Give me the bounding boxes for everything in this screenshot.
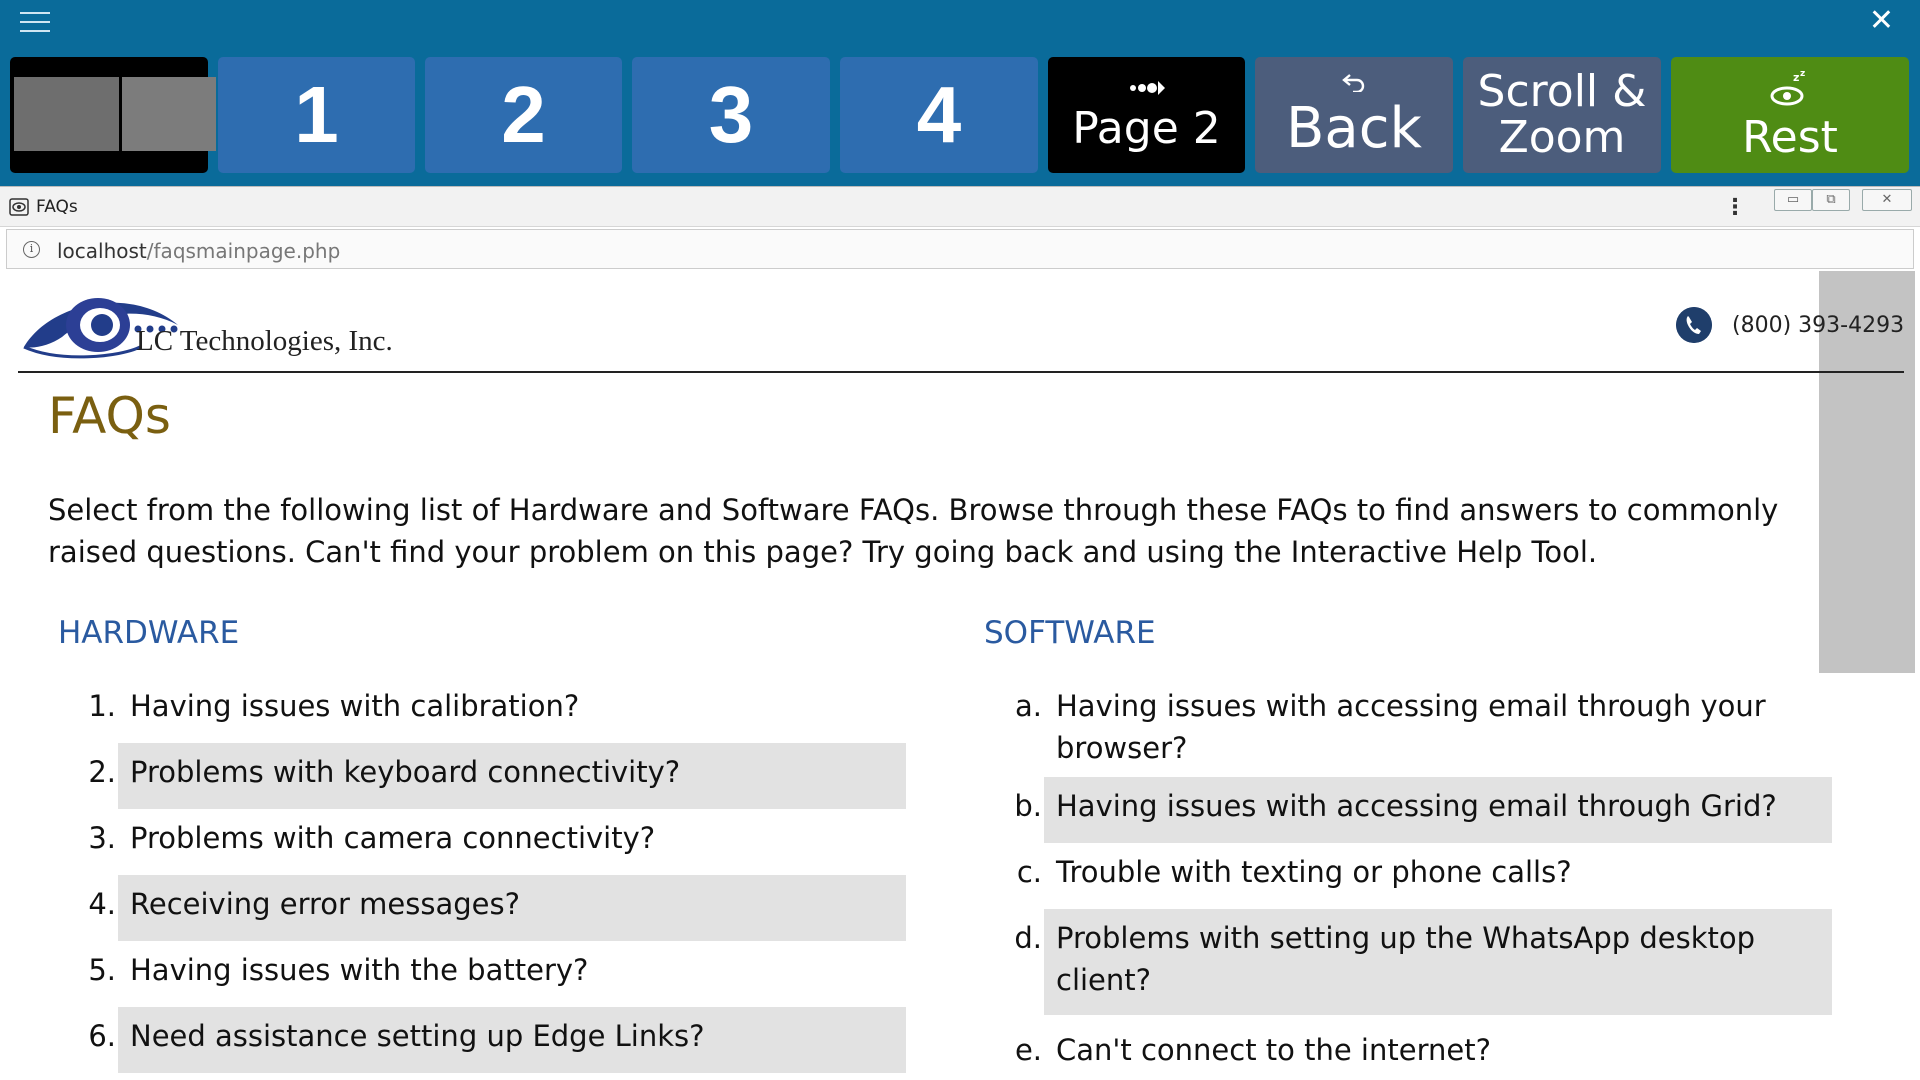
software-item-c[interactable]: c. Trouble with texting or phone calls? xyxy=(1006,845,1832,901)
sleep-eye-icon: z z xyxy=(1770,69,1805,106)
scroll-zoom-label-line2: Zoom xyxy=(1498,112,1626,163)
list-item-text-line2: client? xyxy=(1056,963,1152,997)
app-eye-icon xyxy=(9,198,29,216)
list-marker: b. xyxy=(1014,789,1042,823)
page-title: FAQs xyxy=(48,387,171,445)
tile-1-label: 1 xyxy=(294,70,339,159)
software-item-e[interactable]: e. Can't connect to the internet? xyxy=(1006,1023,1832,1079)
list-marker: e. xyxy=(1014,1033,1042,1067)
list-item-text: Having issues with accessing email throu… xyxy=(1056,789,1777,823)
list-marker: 2. xyxy=(88,755,116,789)
software-item-b[interactable]: b. Having issues with accessing email th… xyxy=(1006,777,1832,843)
svg-text:z: z xyxy=(1793,71,1799,84)
tile-2-button[interactable]: 2 xyxy=(425,57,622,173)
list-marker: 1. xyxy=(88,689,116,723)
list-marker: 5. xyxy=(88,953,116,987)
url-text[interactable]: localhost/faqsmainpage.php xyxy=(57,239,340,263)
list-item-text: Can't connect to the internet? xyxy=(1056,1033,1491,1067)
phone-number[interactable]: (800) 393-4293 xyxy=(1732,313,1904,338)
list-item-text-line2: browser? xyxy=(1056,731,1188,765)
hardware-item-3[interactable]: 3. Problems with camera connectivity? xyxy=(80,811,906,867)
svg-text:z: z xyxy=(1800,69,1805,79)
grid-toolbar: ✕ 1 2 3 4 Page 2 Back Scroll & Zoom z z xyxy=(0,0,1920,186)
window-titlebar: FAQs ⋮ ▭ ⧉ ✕ xyxy=(0,187,1920,227)
header-divider xyxy=(18,371,1904,373)
tile-4-button[interactable]: 4 xyxy=(840,57,1038,173)
url-path: /faqsmainpage.php xyxy=(146,239,341,263)
list-item-text-line1: Problems with setting up the WhatsApp de… xyxy=(1056,921,1756,955)
tile-2-label: 2 xyxy=(501,70,546,159)
list-marker: 6. xyxy=(88,1019,116,1053)
list-item-text: Having issues with accessing email throu… xyxy=(1044,679,1766,769)
address-bar[interactable]: i localhost/faqsmainpage.php xyxy=(6,229,1914,269)
list-item-text: Trouble with texting or phone calls? xyxy=(1056,855,1572,889)
hardware-item-2[interactable]: 2. Problems with keyboard connectivity? xyxy=(80,743,906,809)
scroll-zoom-button[interactable]: Scroll & Zoom xyxy=(1463,57,1661,173)
more-options-icon[interactable]: ⋮ xyxy=(1724,195,1746,220)
rest-button[interactable]: z z Rest xyxy=(1671,57,1909,173)
maximize-button[interactable]: ⧉ xyxy=(1812,189,1850,211)
browser-window: FAQs ⋮ ▭ ⧉ ✕ i localhost/faqsmainpage.ph… xyxy=(0,186,1920,1080)
list-item-text: Need assistance setting up Edge Links? xyxy=(130,1019,705,1053)
list-item-text: Problems with keyboard connectivity? xyxy=(130,755,681,789)
list-item-text: Problems with camera connectivity? xyxy=(130,821,656,855)
company-name: LC Technologies, Inc. xyxy=(136,325,393,357)
page-content[interactable]: LC Technologies, Inc. (800) 393-4293 FAQ… xyxy=(0,271,1920,1080)
hardware-item-4[interactable]: 4. Receiving error messages? xyxy=(80,875,906,941)
page-2-button[interactable]: Page 2 xyxy=(1048,57,1245,173)
close-icon[interactable]: ✕ xyxy=(1869,6,1894,36)
hardware-item-6[interactable]: 6. Need assistance setting up Edge Links… xyxy=(80,1007,906,1073)
window-close-button[interactable]: ✕ xyxy=(1862,189,1912,211)
intro-paragraph: Select from the following list of Hardwa… xyxy=(48,493,1779,569)
list-item-text: Problems with setting up the WhatsApp de… xyxy=(1044,911,1755,1001)
url-host: localhost xyxy=(57,239,147,263)
tile-3-label: 3 xyxy=(708,70,754,159)
back-arrow-icon xyxy=(1342,74,1365,92)
info-icon[interactable]: i xyxy=(23,241,40,258)
back-label: Back xyxy=(1286,96,1422,161)
list-item-text: Having issues with calibration? xyxy=(130,689,580,723)
hardware-item-5[interactable]: 5. Having issues with the battery? xyxy=(80,943,906,999)
next-page-icon xyxy=(1129,81,1165,95)
minimize-button[interactable]: ▭ xyxy=(1774,189,1812,211)
tile-1-button[interactable]: 1 xyxy=(218,57,415,173)
list-item-text: Having issues with the battery? xyxy=(130,953,589,987)
list-marker: 4. xyxy=(88,887,116,921)
list-item-text-line1: Having issues with accessing email throu… xyxy=(1056,689,1766,723)
rest-label: Rest xyxy=(1742,112,1838,163)
list-item-text: Receiving error messages? xyxy=(130,887,521,921)
list-marker: a. xyxy=(1015,689,1042,723)
tile-3-button[interactable]: 3 xyxy=(632,57,830,173)
back-button[interactable]: Back xyxy=(1255,57,1453,173)
window-title: FAQs xyxy=(36,197,78,217)
phone-icon xyxy=(1676,307,1712,343)
hamburger-icon[interactable] xyxy=(20,12,50,32)
page-2-label: Page 2 xyxy=(1072,103,1221,154)
hardware-section-title: HARDWARE xyxy=(58,615,240,651)
webcam-thumbnail[interactable] xyxy=(10,57,216,173)
list-marker: 3. xyxy=(88,821,116,855)
software-item-d[interactable]: d. Problems with setting up the WhatsApp… xyxy=(1006,909,1832,1015)
software-item-a[interactable]: a. Having issues with accessing email th… xyxy=(1006,679,1832,771)
hardware-item-1[interactable]: 1. Having issues with calibration? xyxy=(80,679,906,735)
list-marker: d. xyxy=(1014,921,1042,955)
list-marker: c. xyxy=(1016,855,1042,889)
software-section-title: SOFTWARE xyxy=(984,615,1156,651)
scroll-zoom-label-line1: Scroll & xyxy=(1477,66,1647,117)
tile-4-label: 4 xyxy=(916,70,962,159)
